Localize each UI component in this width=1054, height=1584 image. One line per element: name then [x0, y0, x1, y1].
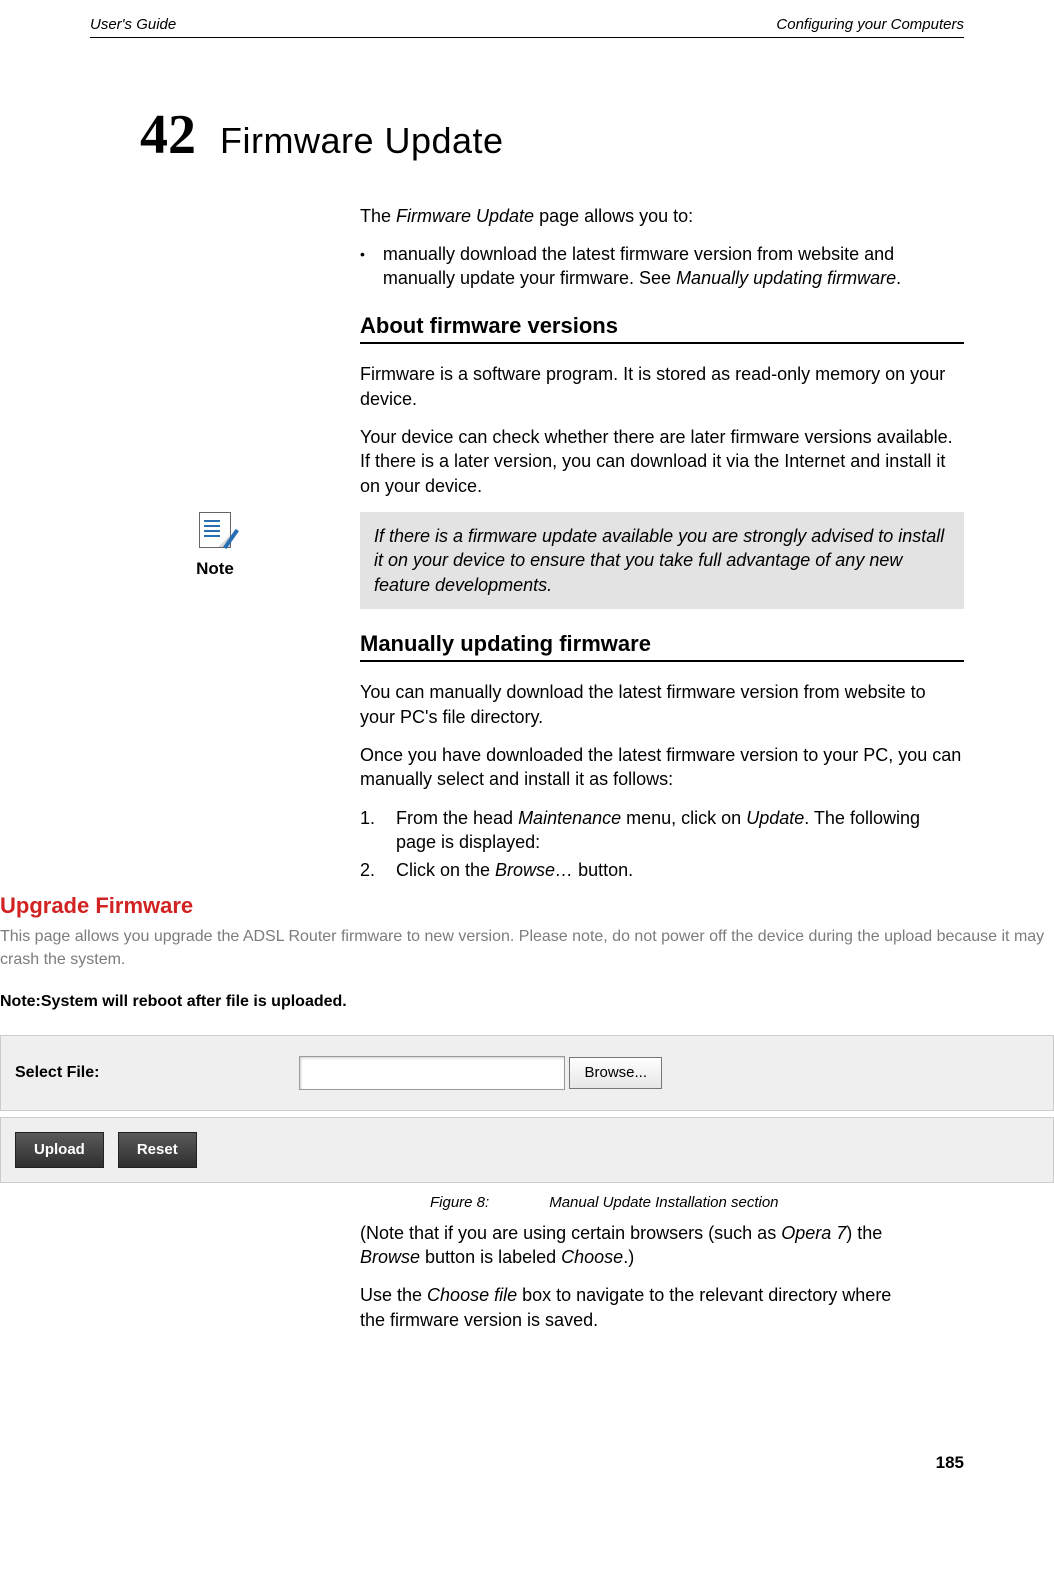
header-left: User's Guide	[90, 15, 176, 35]
embedded-screenshot: Upgrade Firmware This page allows you up…	[0, 891, 1054, 1183]
ss-file-input[interactable]	[299, 1056, 565, 1090]
note-icon	[199, 512, 231, 548]
intro-bullet-text: manually download the latest firmware ve…	[383, 242, 964, 291]
sec2-p1: You can manually download the latest fir…	[360, 680, 964, 729]
ss-upload-button[interactable]: Upload	[15, 1132, 104, 1168]
step-2: 2. Click on the Browse… button.	[360, 858, 964, 882]
note-label: Note	[196, 559, 234, 578]
chapter-title: Firmware Update	[220, 117, 504, 166]
sec1-p1: Firmware is a software program. It is st…	[360, 362, 964, 411]
ss-file-panel: Select File: Browse...	[0, 1035, 1054, 1111]
ss-title: Upgrade Firmware	[0, 891, 1054, 921]
figure-caption: Figure 8:Manual Update Installation sect…	[430, 1193, 964, 1213]
header-right: Configuring your Computers	[776, 15, 964, 35]
sec2-p2: Once you have downloaded the latest firm…	[360, 743, 964, 792]
ss-desc: This page allows you upgrade the ADSL Ro…	[0, 926, 1054, 971]
running-header: User's Guide Configuring your Computers	[90, 15, 964, 38]
after-fig-p2: Use the Choose file box to navigate to t…	[360, 1283, 920, 1332]
intro-para: The Firmware Update page allows you to:	[360, 204, 964, 228]
sec1-p2: Your device can check whether there are …	[360, 425, 964, 498]
note-icon-area: Note	[90, 512, 340, 887]
note-box: If there is a firmware update available …	[360, 512, 964, 609]
section-heading-manual: Manually updating firmware	[360, 629, 964, 663]
ss-note: Note:System will reboot after file is up…	[0, 991, 1054, 1013]
after-fig-p1: (Note that if you are using certain brow…	[360, 1221, 920, 1270]
chapter-number: 42	[140, 98, 196, 174]
chapter-heading: 42 Firmware Update	[90, 98, 964, 174]
intro-bullet: • manually download the latest firmware …	[360, 242, 964, 291]
ss-file-label: Select File:	[15, 1062, 99, 1084]
section-heading-about: About firmware versions	[360, 311, 964, 345]
bullet-icon: •	[360, 242, 365, 291]
step-1: 1. From the head Maintenance menu, click…	[360, 806, 964, 855]
ss-action-panel: Upload Reset	[0, 1117, 1054, 1183]
page-number: 185	[90, 1452, 964, 1475]
ss-browse-button[interactable]: Browse...	[569, 1057, 662, 1089]
ss-reset-button[interactable]: Reset	[118, 1132, 197, 1168]
